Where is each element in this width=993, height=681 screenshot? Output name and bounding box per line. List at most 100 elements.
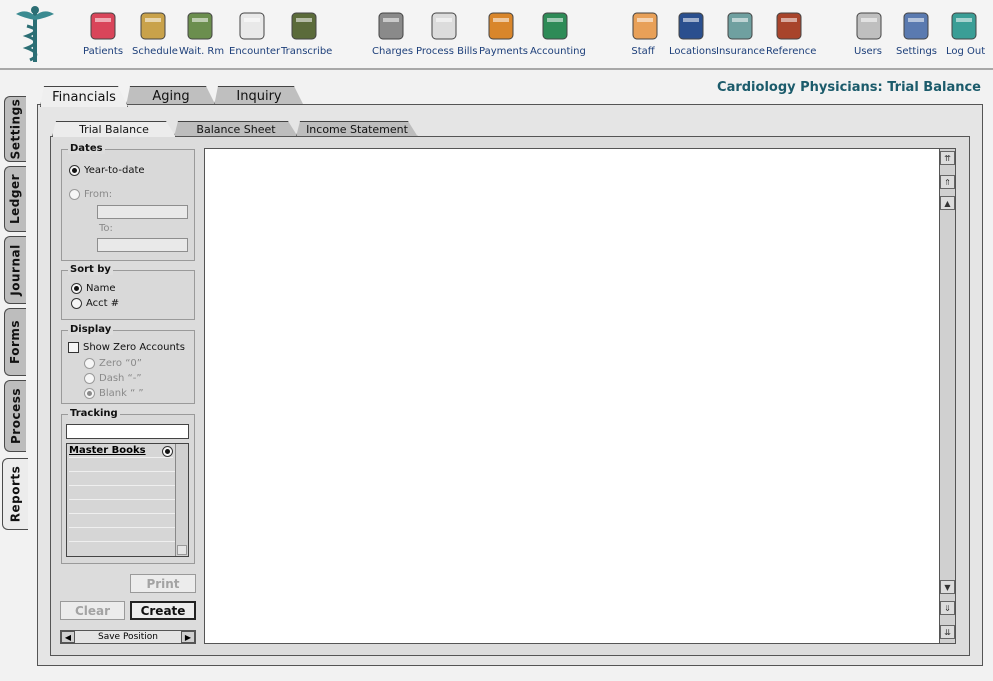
toolbar-label: Reference — [766, 46, 817, 57]
scroll-page-up-icon[interactable]: ⇑ — [940, 175, 955, 189]
toolbar-charges-button[interactable]: Charges — [372, 9, 413, 57]
toolbar-locations-button[interactable]: Locations — [669, 9, 717, 57]
group-title: Sort by — [68, 264, 113, 275]
list-item[interactable] — [69, 487, 175, 500]
side-tab-settings[interactable]: Settings — [4, 96, 26, 162]
save-position-bar: ◀ Save Position ▶ — [60, 630, 196, 644]
tab-balance-sheet[interactable]: Balance Sheet — [174, 121, 298, 137]
toolbar-schedule-button[interactable]: Schedule — [132, 9, 178, 57]
toolbar-patients-button[interactable]: Patients — [83, 9, 123, 57]
to-label: To: — [99, 223, 113, 234]
toolbar-label: Encounter — [229, 46, 281, 57]
master-books-radio[interactable] — [162, 446, 173, 457]
list-item[interactable] — [69, 515, 175, 528]
scroll-page-down-icon[interactable]: ⇓ — [940, 601, 955, 615]
list-item[interactable] — [69, 501, 175, 514]
toolbar-encounter-button[interactable]: Encounter — [229, 9, 281, 57]
waiting-room-icon — [183, 9, 217, 43]
toolbar-label: Insurance — [716, 46, 766, 57]
radio-label: Name — [86, 283, 116, 294]
scroll-bottom-icon[interactable]: ⇊ — [940, 625, 955, 639]
radio-icon — [84, 373, 95, 384]
patients-icon — [86, 9, 120, 43]
year-to-date-radio[interactable]: Year-to-date — [69, 165, 145, 176]
toolbar-transcribe-button[interactable]: Transcribe — [281, 9, 332, 57]
arrow-right-icon[interactable]: ▶ — [181, 631, 195, 643]
charges-icon — [374, 9, 408, 43]
report-scrollbar[interactable]: ⇈ ⇑ ▲ ▼ ⇓ ⇊ — [939, 149, 955, 643]
encounter-icon — [235, 9, 269, 43]
tab-financials[interactable]: Financials — [40, 86, 128, 107]
toolbar-label: Log Out — [946, 46, 986, 57]
radio-label: Zero “0” — [99, 358, 142, 369]
tracking-search-input[interactable] — [66, 424, 189, 439]
display-group: Display Show Zero Accounts Zero “0” Dash… — [61, 324, 195, 404]
side-tab-label: Process — [8, 388, 23, 444]
reference-icon — [772, 9, 806, 43]
tab-income-statement[interactable]: Income Statement — [296, 121, 418, 137]
radio-icon — [84, 358, 95, 369]
toolbar-settings-button[interactable]: Settings — [896, 9, 937, 57]
toolbar-label: Staff — [631, 46, 655, 57]
side-tab-journal[interactable]: Journal — [4, 236, 26, 304]
create-button[interactable]: Create — [130, 601, 196, 620]
toolbar-waiting-room-button[interactable]: Wait. Rm — [179, 9, 224, 57]
toolbar-label: Patients — [83, 46, 124, 57]
from-radio[interactable]: From: — [69, 189, 112, 200]
tracking-list[interactable]: Master Books — [66, 443, 189, 557]
toolbar-staff-button[interactable]: Staff — [628, 9, 658, 57]
scroll-down-icon[interactable]: ▼ — [940, 580, 955, 594]
tab-label: Financials — [52, 89, 116, 105]
side-tab-process[interactable]: Process — [4, 380, 26, 452]
tab-aging[interactable]: Aging — [126, 86, 216, 106]
side-tab-ledger[interactable]: Ledger — [4, 166, 26, 232]
checkbox-label: Show Zero Accounts — [83, 342, 185, 353]
from-date-field[interactable] — [97, 205, 188, 219]
zero-radio[interactable]: Zero “0” — [84, 358, 142, 369]
print-button[interactable]: Print — [130, 574, 196, 593]
sort-name-radio[interactable]: Name — [71, 283, 116, 294]
tab-trial-balance[interactable]: Trial Balance — [52, 121, 176, 137]
toolbar-accounting-button[interactable]: Accounting — [530, 9, 586, 57]
toolbar-payments-button[interactable]: Payments — [479, 9, 528, 57]
list-header-master-books[interactable]: Master Books — [69, 445, 173, 458]
list-item[interactable] — [69, 473, 175, 486]
side-tab-reports[interactable]: Reports — [2, 458, 28, 530]
to-date-field[interactable] — [97, 238, 188, 252]
tab-inquiry[interactable]: Inquiry — [214, 86, 304, 106]
side-tab-label: Ledger — [8, 173, 23, 225]
radio-icon — [84, 388, 95, 399]
show-zero-accounts-checkbox[interactable]: Show Zero Accounts — [68, 342, 185, 353]
toolbar-label: Schedule — [132, 46, 178, 57]
toolbar-log-out-button[interactable]: Log Out — [946, 9, 986, 57]
blank-radio[interactable]: Blank “ ” — [84, 388, 144, 399]
scroll-top-icon[interactable]: ⇈ — [940, 151, 955, 165]
users-icon — [852, 9, 886, 43]
page-title: Cardiology Physicians: Trial Balance — [717, 80, 981, 95]
report-output-area[interactable] — [204, 148, 956, 644]
tab-label: Balance Sheet — [196, 123, 276, 136]
side-tab-forms[interactable]: Forms — [4, 308, 26, 376]
list-item[interactable] — [69, 459, 175, 472]
tracking-group: Tracking Master Books — [61, 408, 195, 564]
dash-radio[interactable]: Dash “-” — [84, 373, 142, 384]
side-tab-bar: Settings Ledger Journal Forms Process Re… — [0, 72, 30, 681]
group-title: Display — [68, 324, 114, 335]
radio-icon — [71, 298, 82, 309]
list-item[interactable] — [69, 543, 175, 556]
save-position-label[interactable]: Save Position — [98, 632, 158, 642]
clear-button[interactable]: Clear — [60, 601, 125, 620]
toolbar-users-button[interactable]: Users — [852, 9, 884, 57]
tracking-list-scrollbar[interactable] — [175, 444, 188, 556]
toolbar-process-bills-button[interactable]: Process Bills — [416, 9, 478, 57]
toolbar-insurance-button[interactable]: Insurance — [716, 9, 766, 57]
sort-acct-radio[interactable]: Acct # — [71, 298, 119, 309]
toolbar-reference-button[interactable]: Reference — [766, 9, 817, 57]
list-item[interactable] — [69, 529, 175, 542]
side-tab-label: Settings — [8, 98, 23, 160]
radio-label: Acct # — [86, 298, 120, 309]
scroll-up-icon[interactable]: ▲ — [940, 196, 955, 210]
group-title: Tracking — [68, 408, 120, 419]
caduceus-logo-icon — [16, 6, 54, 62]
arrow-left-icon[interactable]: ◀ — [61, 631, 75, 643]
